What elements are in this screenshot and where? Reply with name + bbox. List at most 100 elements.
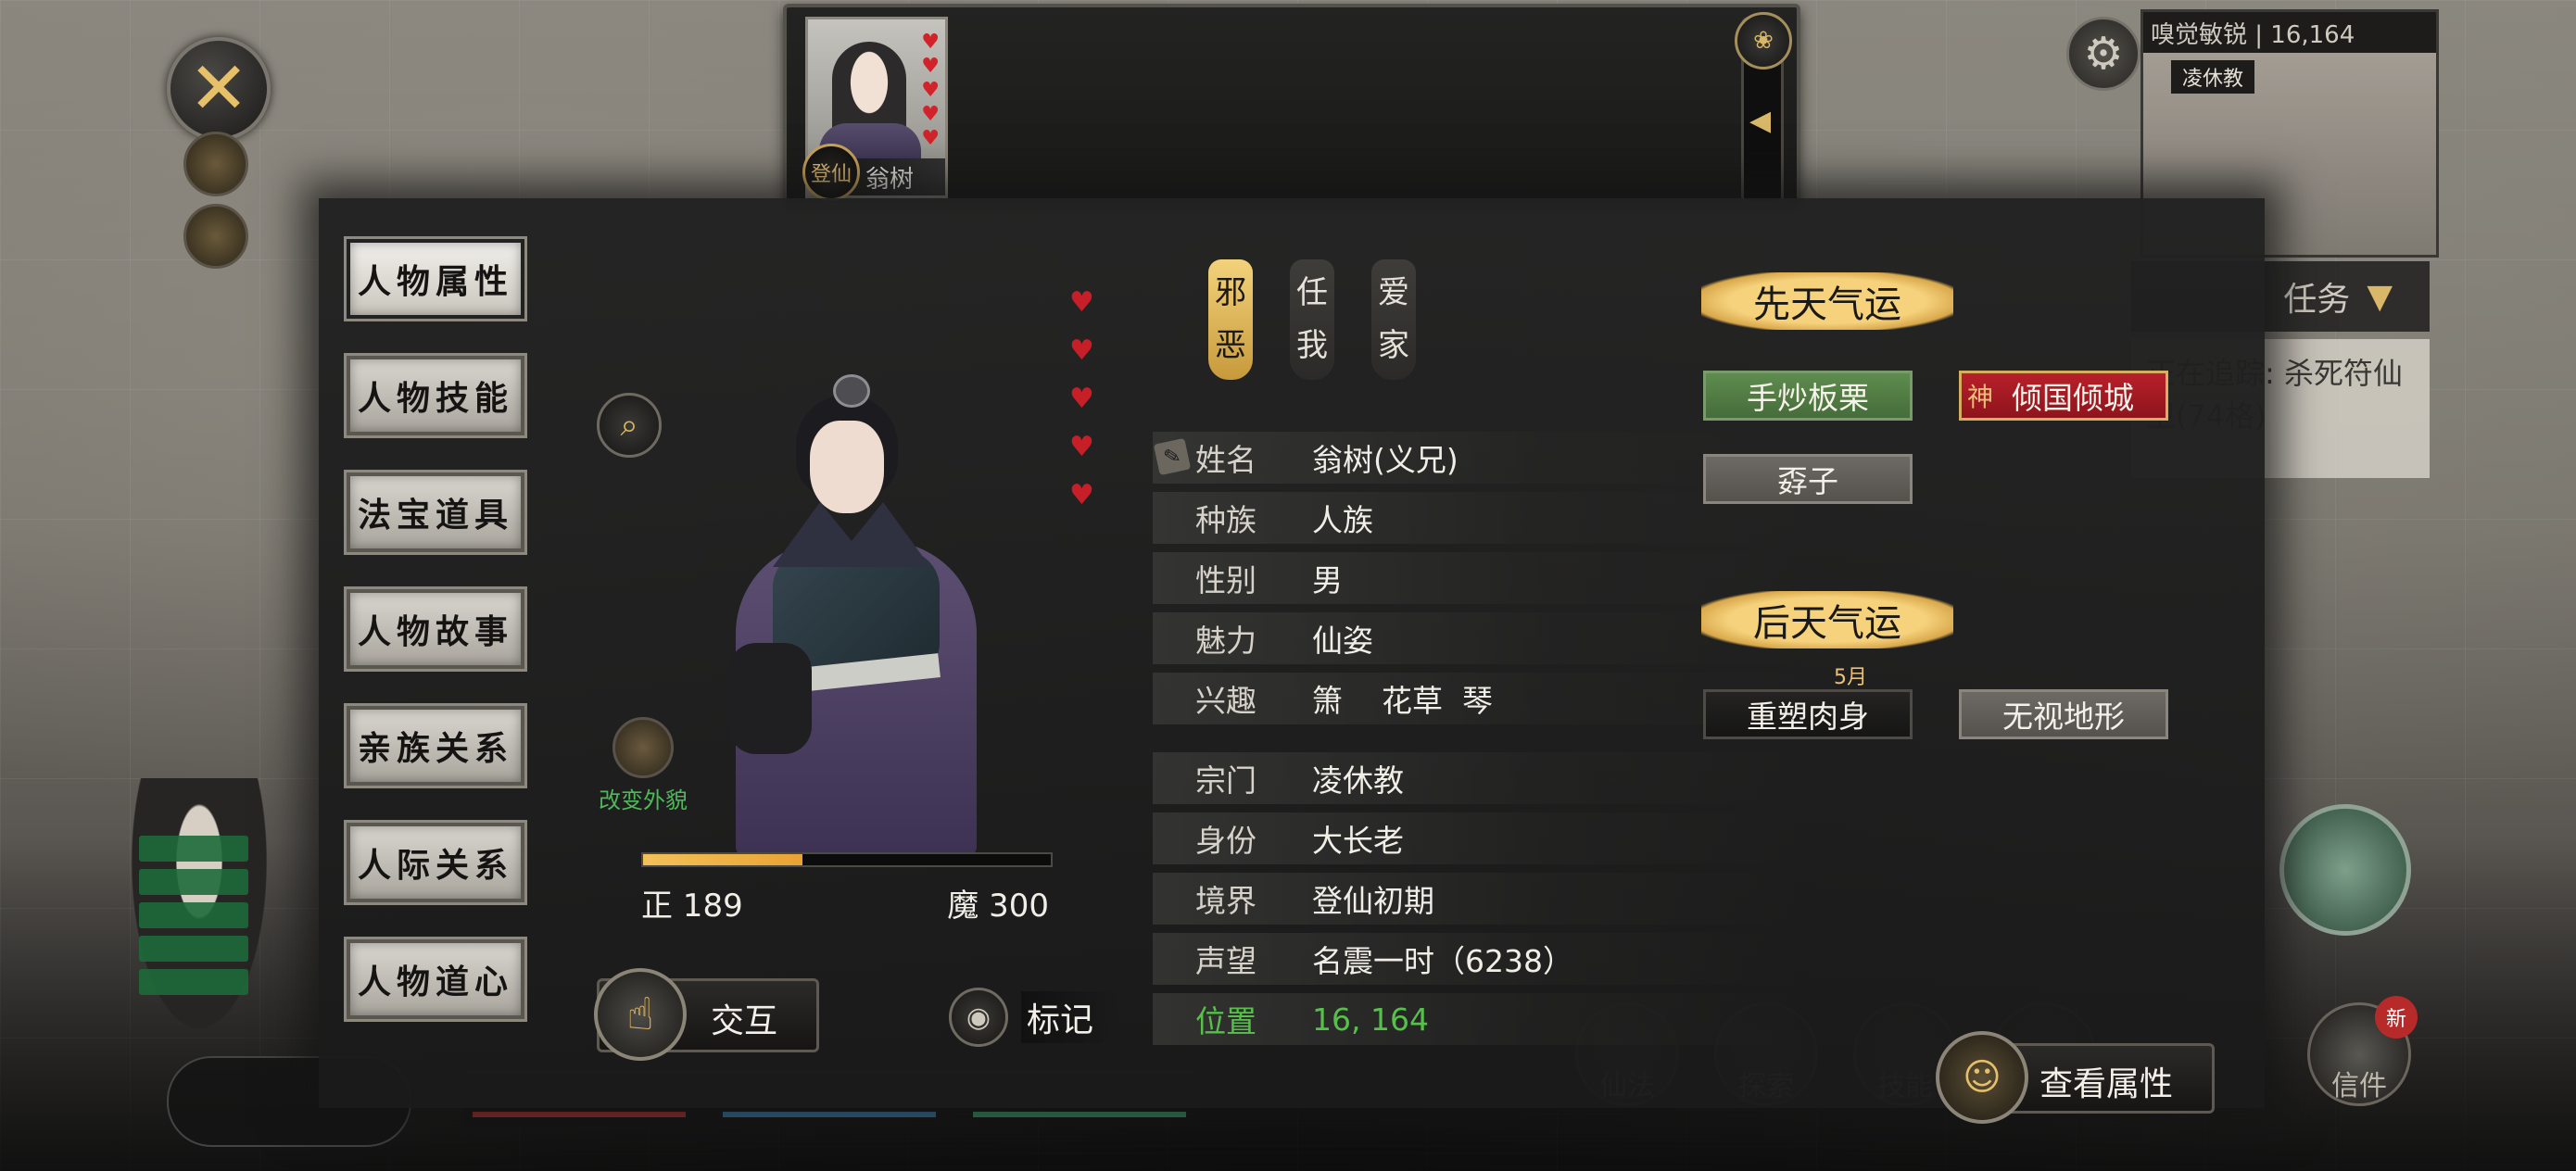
tab-relations[interactable]: 人际关系 [344,820,527,905]
trait-char: 任 [1296,274,1328,311]
tab-treasures[interactable]: 法宝道具 [344,470,527,555]
info-key: 声望 [1195,943,1256,979]
letter-button[interactable]: 信件 新 [2307,996,2418,1106]
tab-attributes[interactable]: 人物属性 [344,236,527,321]
info-row-sect: 宗门 凌休教 [1153,752,1801,804]
minimap-header: 嗅觉敏锐 | 16,164 [2143,12,2436,53]
heart-icon: ♥ [1069,286,1094,319]
heart-icon: ♥ [1069,383,1094,415]
trait-char: 爱 [1378,274,1409,311]
info-key: 身份 [1195,823,1256,859]
duration-tag: 5月 [1834,666,1867,689]
info-value: 箫 花草 琴 [1312,683,1493,719]
tab-dao-heart[interactable]: 人物道心 [344,937,527,1022]
heart-icon: ♥ [921,31,940,54]
close-icon: ✕ [188,47,249,131]
heart-icon: ♥ [921,103,940,126]
view-attributes-button[interactable]: ☺ 查看属性 [1936,1031,2215,1124]
innate-fortune-title: 先天气运 [1701,272,1953,330]
personality-traits: 邪 恶 任 我 爱 家 [1208,259,1416,380]
rank-badge: 登仙 [802,144,860,201]
fortune-chip-divine[interactable]: 神 倾国倾城 [1959,371,2168,421]
heart-icon: ♥ [921,79,940,102]
trait-tag[interactable]: 邪 恶 [1208,259,1253,380]
info-value: 仙姿 [1312,623,1373,659]
menu-round-icon[interactable] [183,132,248,196]
trait-tag[interactable]: 任 我 [1290,259,1334,380]
info-row-identity: 身份 大长老 [1153,812,1801,864]
divine-tag: 神 [1967,382,1994,412]
info-row-location[interactable]: 位置 16, 164 [1153,993,1801,1045]
interact-button[interactable]: ☝ 交互 [594,968,819,1061]
righteous-label: 正 189 [641,888,743,925]
party-tag [139,869,248,895]
tab-skills[interactable]: 人物技能 [344,353,527,438]
demonic-label: 魔 300 [947,888,1049,925]
info-key: 宗门 [1195,762,1256,799]
character-strip: ♥ ♥ ♥ ♥ ♥ 翁树 登仙 ❀ ◀ [783,4,1800,206]
info-value: 名震一时（6238） [1312,943,1573,979]
info-value: 登仙初期 [1312,883,1434,919]
close-button[interactable]: ✕ [167,37,271,141]
tab-story[interactable]: 人物故事 [344,586,527,672]
edit-name-icon[interactable]: ✎ [1153,437,1192,476]
fortune-chip[interactable]: 手炒板栗 [1703,371,1913,421]
menu-round-icon[interactable] [183,204,248,269]
trait-tag[interactable]: 爱 家 [1371,259,1416,380]
mark-button[interactable]: ◉ 标记 [949,988,1120,1047]
collapse-arrow-icon[interactable]: ◀ [1749,105,1771,137]
settings-gear-icon[interactable]: ⚙ [2066,17,2140,91]
heart-icon: ♥ [1069,479,1094,511]
party-tag [139,902,248,928]
alignment-fill [643,854,802,865]
tab-family[interactable]: 亲族关系 [344,703,527,788]
figure-face [810,421,884,513]
change-appearance-button[interactable]: 改变外貌 [587,717,699,814]
group-toggle-icon[interactable]: ❀ [1735,12,1792,69]
heart-icon: ♥ [921,55,940,78]
hand-pointer-icon: ☝ [594,968,687,1061]
chevron-down-icon: ▼ [2367,277,2393,316]
alignment-meter: 正 189 魔 300 [641,852,1053,925]
info-value: 男 [1312,562,1343,598]
party-tag [139,969,248,995]
appearance-box-icon [612,717,674,778]
heart-icon: ♥ [1069,334,1094,367]
info-value: 人族 [1312,502,1373,538]
character-info: ✎ 姓名 翁树(义兄) 种族 人族 性别 男 魅力 仙姿 兴趣 箫 花草 琴 宗… [1153,432,1801,1053]
strip-scrollbar[interactable]: ❀ ◀ [1735,12,1792,204]
favor-hearts: ♥ ♥ ♥ ♥ ♥ [1069,286,1094,511]
character-portrait-card[interactable]: ♥ ♥ ♥ ♥ ♥ 翁树 登仙 [802,17,948,201]
trait-char: 邪 [1215,274,1246,311]
zoom-search-icon[interactable]: ⌕ [597,393,662,458]
heart-icon: ♥ [1069,431,1094,463]
character-panel: 人物属性 人物技能 法宝道具 人物故事 亲族关系 人际关系 人物道心 ⌕ 改变外… [319,198,2265,1124]
view-attributes-label: 查看属性 [2039,1065,2174,1103]
info-value: 翁树(义兄) [1312,442,1458,478]
alignment-bar [641,852,1053,867]
letter-label: 信件 [2331,1070,2387,1102]
fortune-chip-timed[interactable]: 5月 重塑肉身 [1703,666,1913,739]
party-tag [139,836,248,862]
fortune-chip[interactable]: 无视地形 [1959,689,2168,739]
quest-label: 任务 [2283,281,2351,319]
character-avatar-icon: ☺ [1936,1031,2028,1124]
info-key: 位置 [1195,1003,1256,1039]
info-key: 兴趣 [1195,683,1256,719]
trait-char: 家 [1378,327,1409,364]
info-row-reputation: 声望 名震一时（6238） [1153,933,1801,985]
party-tags [139,836,248,995]
fortune-chip[interactable]: 孬子 [1703,454,1913,504]
side-nav: 人物属性 人物技能 法宝道具 人物故事 亲族关系 人际关系 人物道心 [344,236,527,1022]
info-key: 境界 [1195,883,1256,919]
companion-avatar[interactable] [2279,804,2411,936]
info-value: 凌休教 [1312,762,1404,799]
character-figure [708,374,1004,856]
interact-label: 交互 [711,1002,778,1040]
change-appearance-label: 改变外貌 [599,787,688,813]
info-key: 种族 [1195,502,1256,538]
party-tag [139,936,248,962]
minimap-sect: 凌休教 [2171,60,2255,94]
figure-hair-bun [833,374,870,408]
mark-label: 标记 [1021,991,1120,1043]
